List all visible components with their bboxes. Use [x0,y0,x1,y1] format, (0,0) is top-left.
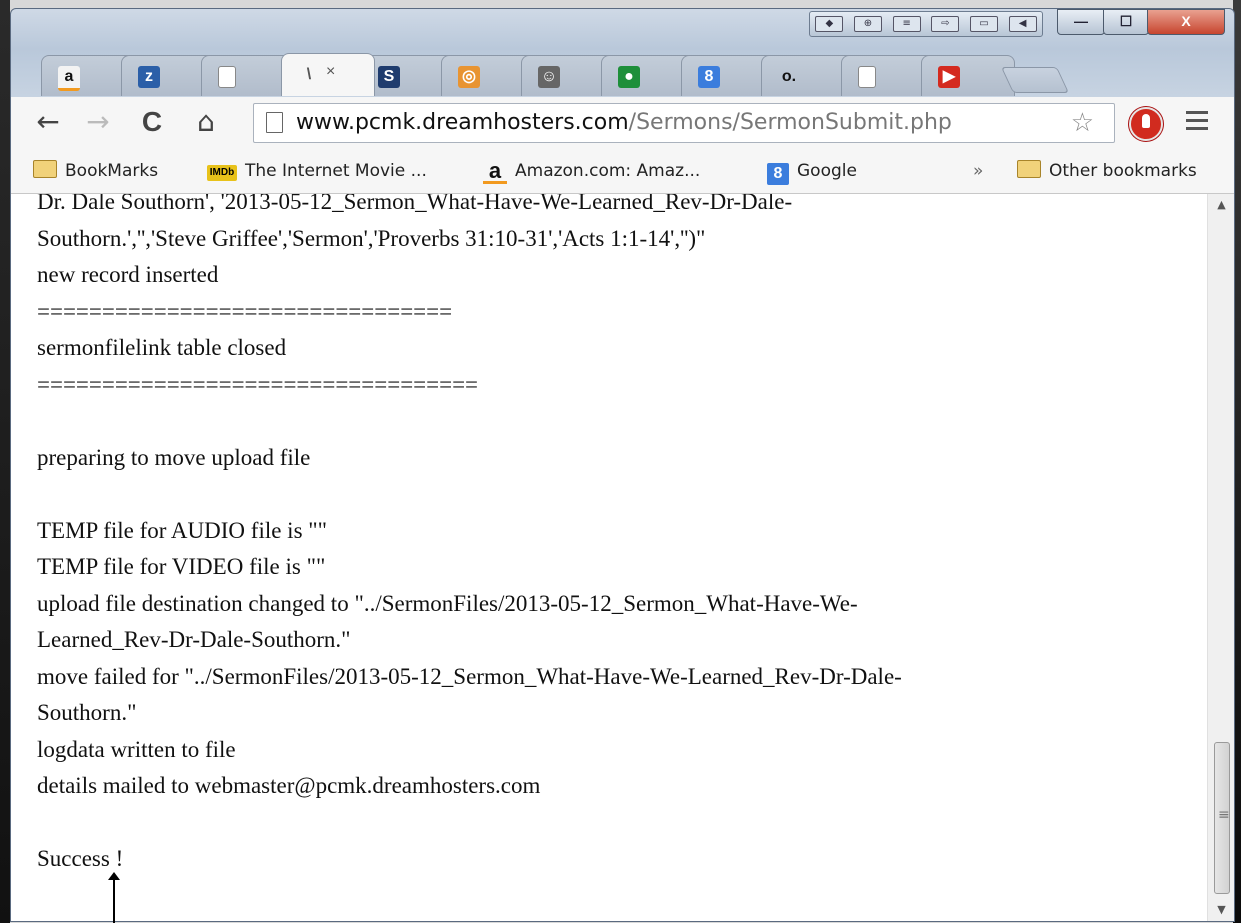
bookmark-amazon[interactable]: a Amazon.com: Amaz... [483,149,700,193]
vertical-scrollbar[interactable]: ▲ ≡ ▼ [1207,194,1234,921]
tray-icon-6[interactable]: ◀ [1008,16,1037,32]
bookmark-imdb[interactable]: IMDb The Internet Movie ... [207,149,427,193]
menu-icon[interactable] [1186,111,1208,135]
google-icon: 8 [698,66,720,88]
maximize-button[interactable]: ☐ [1103,9,1149,35]
browser-tab[interactable]: \ × [281,53,375,96]
youtube-icon: ▶ [938,66,960,88]
tab-close-icon[interactable]: × [326,63,335,81]
log-line: TEMP file for VIDEO file is "" [37,554,326,579]
close-window-button[interactable]: X [1147,9,1225,35]
blank-page-icon [218,66,236,88]
log-line: ================================== [37,371,479,397]
browser-toolbar: ← → C ⌂ www.pcmk.dreamhosters.com/Sermon… [11,97,1234,149]
log-line: sermonfilelink table closed [37,335,287,360]
log-line: move failed for "../SermonFiles/2013-05-… [37,663,902,689]
bookmark-label: Other bookmarks [1049,161,1197,181]
back-button[interactable]: ← [33,107,63,137]
scroll-thumb[interactable]: ≡ [1214,742,1230,894]
bookmarks-overflow-button[interactable]: » [973,149,983,193]
browser-window: ◆ ⊕ ≡ ⇨ ▭ ◀ — ☐ X a z \ × S ◎ ☺ ● 8 o. ▶ ← → C ⌂ w… [10,8,1235,922]
reload-button[interactable]: C [137,107,167,137]
desktop-edge-left [0,0,10,923]
imdb-icon: IMDb [207,165,237,181]
log-output: Dr. Dale Southorn', '2013-05-12_Sermon_W… [37,194,1197,878]
log-line: ================================ [37,298,453,324]
browser-tab[interactable]: ▶ [921,55,1015,96]
amazon-icon: a [58,66,80,91]
scroll-up-arrow[interactable]: ▲ [1208,194,1234,216]
log-line: Southorn." [37,700,137,725]
adblock-stop-icon[interactable] [1129,107,1163,141]
log-line: TEMP file for AUDIO file is "" [37,517,328,543]
log-line: Southorn.','','Steve Griffee','Sermon','… [37,225,706,251]
bookmarks-bar: BookMarks IMDb The Internet Movie ... a Am… [11,149,1234,194]
bookmark-bookmarks-folder[interactable]: BookMarks [33,149,158,193]
google-icon: 8 [767,163,789,185]
log-line: details mailed to webmaster@pcmk.dreamho… [37,773,541,798]
bookmark-label: BookMarks [65,161,159,181]
forward-button[interactable]: → [83,107,113,137]
bookmark-label: The Internet Movie ... [245,161,427,181]
dot-app-icon: o. [781,68,797,85]
green-circle-icon: ● [618,66,640,88]
url-text: www.pcmk.dreamhosters.com/Sermons/Sermon… [296,109,952,137]
url-host: www.pcmk.dreamhosters.com [296,110,629,135]
page-icon [266,112,283,133]
tray-toolbar: ◆ ⊕ ≡ ⇨ ▭ ◀ [809,11,1043,37]
log-line: Success ! [37,846,124,871]
minimize-button[interactable]: — [1057,9,1105,35]
swirl-icon: ◎ [458,66,480,88]
address-bar[interactable]: www.pcmk.dreamhosters.com/Sermons/Sermon… [253,103,1115,143]
bookmark-star-icon[interactable]: ☆ [1071,108,1094,138]
zotero-icon: z [138,66,160,88]
log-line: preparing to move upload file [37,444,311,470]
tab-strip: a z \ × S ◎ ☺ ● 8 o. ▶ [41,47,1101,96]
home-button[interactable]: ⌂ [191,107,221,137]
tray-icon-4[interactable]: ⇨ [931,16,960,32]
tray-icon-3[interactable]: ≡ [892,16,921,32]
tray-icon-1[interactable]: ◆ [815,16,844,32]
folder-icon [1017,160,1041,178]
bookmark-label: Amazon.com: Amaz... [515,161,701,181]
bookmark-other-folder[interactable]: Other bookmarks [1017,149,1197,193]
tray-icon-2[interactable]: ⊕ [853,16,882,32]
scroll-down-arrow[interactable]: ▼ [1208,899,1234,921]
log-line: upload file destination changed to "../S… [37,590,858,616]
scribd-icon: S [378,66,400,88]
log-line: Dr. Dale Southorn', '2013-05-12_Sermon_W… [37,194,793,214]
mailchimp-icon: ☺ [538,66,560,88]
blank-page-icon [858,66,876,88]
folder-icon [33,160,57,178]
log-line: Learned_Rev-Dr-Dale-Southorn." [37,627,351,652]
bookmark-label: Google [797,161,857,181]
log-line: new record inserted [37,262,219,287]
bookmark-google[interactable]: 8 Google [767,149,857,193]
page-content: Dr. Dale Southorn', '2013-05-12_Sermon_W… [11,194,1207,921]
mouse-cursor-icon [108,872,120,923]
tray-icon-5[interactable]: ▭ [969,16,998,32]
log-line: logdata written to file [37,736,236,762]
new-tab-button[interactable] [1000,67,1070,93]
grip-icon: ≡ [1218,807,1230,823]
amazon-icon: a [483,160,507,184]
url-path: /Sermons/SermonSubmit.php [628,110,952,135]
loading-icon: \ [306,66,312,83]
